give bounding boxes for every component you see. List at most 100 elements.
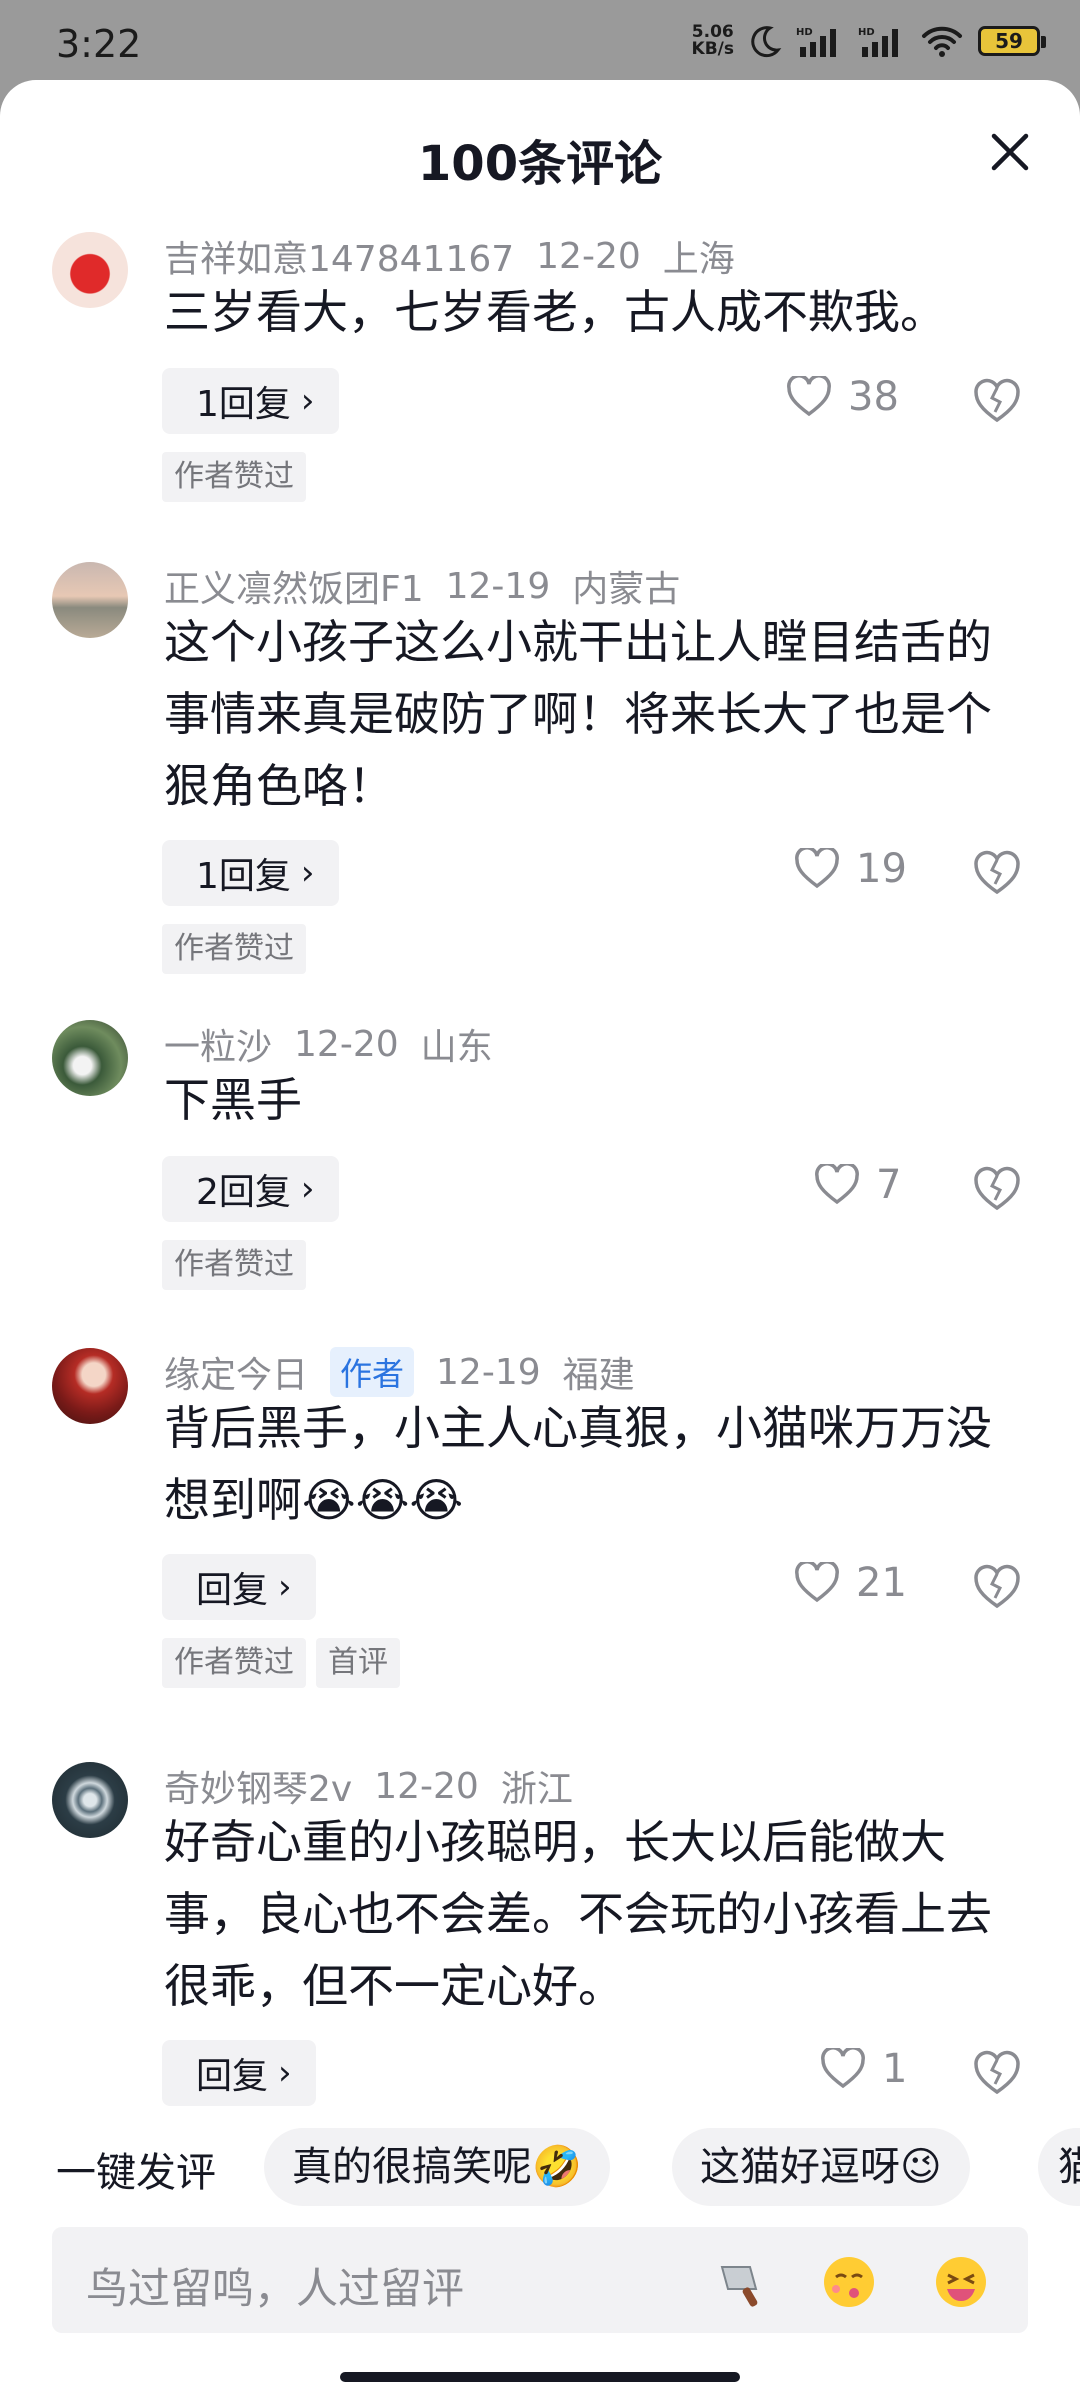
like-count: 7 xyxy=(876,1162,902,1208)
comment-item: 奇妙钢琴2v 12-20 浙江 好奇心重的小孩聪明，长大以后能做大事，良心也不会… xyxy=(0,1756,1080,2180)
comment-meta: 正义凛然饭团F1 12-19 内蒙古 xyxy=(164,560,702,612)
username[interactable]: 一粒沙 xyxy=(164,1018,272,1070)
broken-heart-icon[interactable] xyxy=(972,848,1022,898)
broken-heart-icon[interactable] xyxy=(972,2048,1022,2098)
avatar[interactable] xyxy=(52,562,128,638)
like-button[interactable]: 1 xyxy=(820,2046,907,2092)
comments-title: 100条评论 xyxy=(417,136,663,192)
comment-date: 12-20 xyxy=(294,1023,399,1065)
home-indicator[interactable] xyxy=(340,2372,740,2382)
like-button[interactable]: 38 xyxy=(786,374,899,420)
comment-meta: 缘定今日 作者 12-19 福建 xyxy=(164,1346,657,1398)
comment-list[interactable]: 吉祥如意147841167 12-20 上海 三岁看大，七岁看老，古人成不欺我。… xyxy=(0,226,1080,2180)
grin-emoji-icon[interactable] xyxy=(932,2253,990,2311)
comment-item: 缘定今日 作者 12-19 福建 背后黑手，小主人心真狠，小猫咪万万没想到啊😭😭… xyxy=(0,1342,1080,1722)
chevron-right-icon: › xyxy=(300,1169,315,1209)
comment-text[interactable]: 好奇心重的小孩聪明，长大以后能做大事，良心也不会差。不会玩的小孩看上去很乖，但不… xyxy=(164,1806,1014,2022)
chevron-right-icon: › xyxy=(278,2053,292,2093)
comment-input[interactable]: 鸟过留鸣，人过留评 xyxy=(52,2227,1028,2333)
kiss-emoji-icon[interactable] xyxy=(820,2253,878,2311)
heart-icon xyxy=(821,2048,865,2089)
like-button[interactable]: 7 xyxy=(814,1162,901,1208)
like-count: 19 xyxy=(856,846,907,892)
comment-meta: 吉祥如意147841167 12-20 上海 xyxy=(164,230,757,282)
comment-date: 12-20 xyxy=(374,1765,479,1807)
heart-icon xyxy=(795,848,839,889)
reply-button[interactable]: 1回复 › xyxy=(162,840,339,906)
quick-reply-chip[interactable]: 这猫好逗呀😉 xyxy=(672,2128,970,2206)
avatar[interactable] xyxy=(52,1762,128,1838)
network-speed: 5.06 KB/s xyxy=(691,22,734,59)
comment-item: 正义凛然饭团F1 12-19 内蒙古 这个小孩子这么小就干出让人瞠目结舌的事情来… xyxy=(0,556,1080,976)
heart-icon xyxy=(795,1562,839,1603)
quick-reply-bar: 一键发评 真的很搞笑呢🤣 这猫好逗呀😉 猫 xyxy=(0,2120,1080,2210)
signal-icon: HD xyxy=(796,27,836,57)
comment-input-placeholder: 鸟过留鸣，人过留评 xyxy=(86,2264,465,2313)
heart-icon xyxy=(815,1164,859,1205)
wifi-icon xyxy=(922,26,962,57)
comment-date: 12-19 xyxy=(436,1351,541,1393)
comment-meta: 一粒沙 12-20 山东 xyxy=(164,1018,515,1070)
comment-date: 12-20 xyxy=(536,235,641,277)
username[interactable]: 奇妙钢琴2v xyxy=(164,1760,352,1812)
comment-location: 上海 xyxy=(662,239,735,280)
like-button[interactable]: 21 xyxy=(794,1560,907,1606)
author-liked-tag: 作者赞过 xyxy=(162,452,306,502)
comment-item: 吉祥如意147841167 12-20 上海 三岁看大，七岁看老，古人成不欺我。… xyxy=(0,226,1080,526)
comment-item: 一粒沙 12-20 山东 下黑手 2回复 › 7 作者赞过 xyxy=(0,1014,1080,1314)
close-icon[interactable] xyxy=(986,128,1034,176)
status-icons: 5.06 KB/s HD HD 59 xyxy=(691,22,1046,59)
comment-text[interactable]: 背后黑手，小主人心真狠，小猫咪万万没想到啊😭😭😭 xyxy=(164,1392,1014,1536)
author-liked-tag: 作者赞过 xyxy=(162,1638,306,1688)
like-count: 38 xyxy=(848,374,899,420)
comment-location: 山东 xyxy=(420,1027,493,1068)
svg-text:HD: HD xyxy=(858,27,875,38)
tag-row: 作者赞过 xyxy=(162,924,306,974)
reply-button[interactable]: 1回复 › xyxy=(162,368,339,434)
avatar[interactable] xyxy=(52,232,128,308)
tag-row: 作者赞过 首评 xyxy=(162,1638,400,1688)
comment-text[interactable]: 下黑手 xyxy=(164,1064,1014,1136)
first-comment-tag: 首评 xyxy=(316,1638,400,1688)
chevron-right-icon: › xyxy=(300,381,315,421)
quick-reply-chip[interactable]: 真的很搞笑呢🤣 xyxy=(264,2128,610,2206)
author-liked-tag: 作者赞过 xyxy=(162,924,306,974)
comment-text[interactable]: 三岁看大，七岁看老，古人成不欺我。 xyxy=(164,276,1014,348)
reply-button[interactable]: 2回复 › xyxy=(162,1156,339,1222)
broken-heart-icon[interactable] xyxy=(972,376,1022,426)
reply-button[interactable]: 回复 › xyxy=(162,1554,316,1620)
username[interactable]: 吉祥如意147841167 xyxy=(164,230,514,282)
quick-reply-chip[interactable]: 猫 xyxy=(1038,2128,1080,2206)
broken-heart-icon[interactable] xyxy=(972,1562,1022,1612)
comment-sheet: 100条评论 吉祥如意147841167 12-20 上海 三岁看大，七岁看老，… xyxy=(0,80,1080,2400)
avatar[interactable] xyxy=(52,1348,128,1424)
quick-reply-label: 一键发评 xyxy=(56,2150,216,2196)
comment-location: 福建 xyxy=(562,1355,635,1396)
comment-text[interactable]: 这个小孩子这么小就干出让人瞠目结舌的事情来真是破防了啊！将来长大了也是个狠角色咯… xyxy=(164,606,1014,822)
signal-icon-2: HD xyxy=(858,27,898,57)
moon-icon xyxy=(751,26,782,58)
like-count: 1 xyxy=(882,2046,908,2092)
cleaver-sticker-icon[interactable] xyxy=(712,2253,770,2311)
like-count: 21 xyxy=(856,1560,907,1606)
author-badge: 作者 xyxy=(330,1347,415,1397)
tag-row: 作者赞过 xyxy=(162,452,306,502)
battery-indicator: 59 xyxy=(978,26,1046,56)
status-time: 3:22 xyxy=(56,22,142,66)
broken-heart-icon[interactable] xyxy=(972,1164,1022,1214)
comment-date: 12-19 xyxy=(445,565,551,607)
author-liked-tag: 作者赞过 xyxy=(162,1240,306,1290)
comment-location: 浙江 xyxy=(500,1769,573,1810)
status-bar: 3:22 5.06 KB/s HD HD 59 xyxy=(0,0,1080,80)
avatar[interactable] xyxy=(52,1020,128,1096)
chevron-right-icon: › xyxy=(300,853,315,893)
tag-row: 作者赞过 xyxy=(162,1240,306,1290)
comment-location: 内蒙古 xyxy=(572,569,681,610)
username[interactable]: 正义凛然饭团F1 xyxy=(164,560,424,612)
heart-icon xyxy=(787,376,831,417)
like-button[interactable]: 19 xyxy=(794,846,907,892)
reply-button[interactable]: 回复 › xyxy=(162,2040,316,2106)
svg-text:HD: HD xyxy=(796,27,813,38)
username[interactable]: 缘定今日 xyxy=(164,1346,308,1398)
comment-meta: 奇妙钢琴2v 12-20 浙江 xyxy=(164,1760,595,1812)
